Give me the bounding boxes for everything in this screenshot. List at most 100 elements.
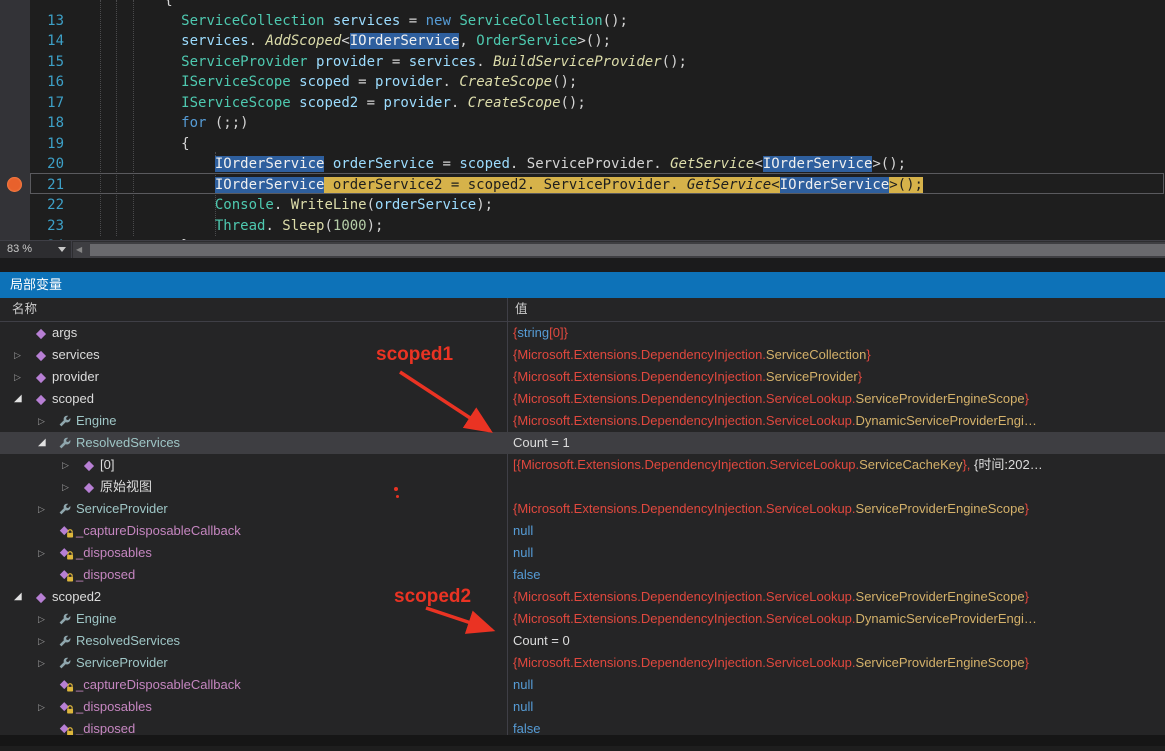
locals-title-label: 局部变量 [10,277,62,292]
variable-icon [34,348,51,363]
variable-value: {Microsoft.Extensions.DependencyInjectio… [508,608,1165,630]
locals-row-_disposables[interactable]: ▷_disposablesnull [0,542,1165,564]
scrollbar-thumb[interactable] [90,244,1165,256]
zoom-dropdown[interactable]: 83 % [0,241,72,258]
code-line-17[interactable]: 17 IServiceScope scoped2 = provider. Cre… [0,93,1165,114]
expand-toggle-icon[interactable]: ▷ [38,652,54,674]
line-number: 19 [30,134,64,155]
expand-toggle-icon[interactable]: ▷ [62,454,78,476]
variable-name: ServiceProvider [76,498,168,520]
scroll-left-icon[interactable]: ◀ [76,242,82,258]
locals-row-_captureDisposableCallback[interactable]: _captureDisposableCallbacknull [0,674,1165,696]
code-line-13[interactable]: 13 ServiceCollection services = new Serv… [0,11,1165,32]
column-header-name[interactable]: 名称 [12,298,37,321]
locals-row-services[interactable]: ▷services{Microsoft.Extensions.Dependenc… [0,344,1165,366]
variable-icon [34,590,51,605]
line-number: 23 [30,216,64,237]
line-number: 13 [30,11,64,32]
collapse-toggle-icon[interactable]: ◢ [14,586,30,608]
locals-titlebar[interactable]: 局部变量 [0,272,1165,298]
variable-value: {Microsoft.Extensions.DependencyInjectio… [508,410,1165,432]
code-line-14[interactable]: 14 services. AddScoped<IOrderService, Or… [0,31,1165,52]
variable-name: scoped [52,388,94,410]
variable-name: _disposed [76,564,135,586]
pane-divider[interactable] [0,258,1165,272]
code-line-partial[interactable]: { [0,0,1165,11]
expand-toggle-icon[interactable]: ▷ [62,476,78,498]
expand-toggle-icon[interactable]: ▷ [38,542,54,564]
locals-row-ServiceProvider[interactable]: ▷ServiceProvider{Microsoft.Extensions.De… [0,652,1165,674]
column-header-value[interactable]: 值 [515,298,528,321]
line-number: 21 [30,175,64,196]
expand-toggle-icon[interactable]: ▷ [38,608,54,630]
expand-toggle-icon[interactable]: ▷ [38,696,54,718]
private-field-lock-icon [58,678,75,693]
variable-value: null [508,520,1165,542]
expand-toggle-icon[interactable]: ▷ [38,410,54,432]
variable-name: ServiceProvider [76,652,168,674]
variable-icon [34,370,51,385]
locals-row-ResolvedServices[interactable]: ▷ResolvedServicesCount = 0 [0,630,1165,652]
window-bottom-edge [0,735,1165,746]
expand-toggle-icon[interactable]: ▷ [14,366,30,388]
private-field-lock-icon [58,568,75,583]
code-line-19[interactable]: 19 { [0,134,1165,155]
variable-name: args [52,322,77,344]
private-field-lock-icon [58,700,75,715]
variable-name: ResolvedServices [76,630,180,652]
collapse-toggle-icon[interactable]: ◢ [14,388,30,410]
code-editor[interactable]: {13 ServiceCollection services = new Ser… [0,0,1165,240]
line-number: 16 [30,72,64,93]
locals-rows: args {string[0]}▷services{Microsoft.Exten… [0,322,1165,740]
horizontal-scrollbar[interactable]: ◀ [73,242,1165,258]
locals-row-Engine[interactable]: ▷ Engine {Microsoft.Extensions.DependencyI… [0,608,1165,630]
editor-bottom-bar: 83 % ◀ [0,240,1165,258]
variable-value: null [508,696,1165,718]
locals-row-_disposables[interactable]: ▷ _disposables null [0,696,1165,718]
code-line-23[interactable]: 23 Thread. Sleep(1000); [0,216,1165,237]
locals-row-原始视图[interactable]: ▷原始视图 [0,476,1165,498]
chevron-down-icon [58,247,66,252]
code-line-21[interactable]: 21 IOrderService orderService2 = scoped2… [0,175,1165,196]
code-line-15[interactable]: 15 ServiceProvider provider = services. … [0,52,1165,73]
variable-value: {string[0]} [508,322,1165,344]
collapse-toggle-icon[interactable]: ◢ [38,432,54,454]
variable-name: _captureDisposableCallback [76,674,241,696]
variable-icon [82,480,99,495]
line-number: 20 [30,154,64,175]
breakpoint-icon[interactable] [7,177,22,192]
locals-row-Engine[interactable]: ▷Engine{Microsoft.Extensions.DependencyI… [0,410,1165,432]
locals-row-provider[interactable]: ▷provider{Microsoft.Extensions.Dependenc… [0,366,1165,388]
locals-row-_disposed[interactable]: _disposedfalse [0,564,1165,586]
locals-row-_captureDisposableCallback[interactable]: _captureDisposableCallbacknull [0,520,1165,542]
expand-toggle-icon[interactable]: ▷ [38,498,54,520]
variable-name: _disposables [76,696,152,718]
locals-row-args[interactable]: args {string[0]} [0,322,1165,344]
variable-name: Engine [76,608,116,630]
variable-value: {Microsoft.Extensions.DependencyInjectio… [508,498,1165,520]
zoom-level: 83 % [0,243,32,255]
variable-value: Count = 1 [508,432,1165,454]
code-line-20[interactable]: 20 IOrderService orderService = scoped. … [0,154,1165,175]
expand-toggle-icon[interactable]: ▷ [14,344,30,366]
locals-row-ResolvedServices[interactable]: ◢ResolvedServicesCount = 1 [0,432,1165,454]
locals-row-ServiceProvider[interactable]: ▷ ServiceProvider {Microsoft.Extensions.De… [0,498,1165,520]
variable-name: [0] [100,454,114,476]
locals-row-scoped2[interactable]: ◢scoped2{Microsoft.Extensions.Dependency… [0,586,1165,608]
code-line-18[interactable]: 18 for (;;) [0,113,1165,134]
property-wrench-icon [58,414,75,429]
private-field-lock-icon [58,546,75,561]
locals-panel: 局部变量 名称 值 args {string[0]}▷services{Micro… [0,272,1165,746]
line-number: 22 [30,195,64,216]
line-number: 18 [30,113,64,134]
code-line-16[interactable]: 16 IServiceScope scoped = provider. Crea… [0,72,1165,93]
line-number: 14 [30,31,64,52]
private-field-lock-icon [58,524,75,539]
locals-row-scoped[interactable]: ◢scoped{Microsoft.Extensions.DependencyI… [0,388,1165,410]
expand-toggle-icon[interactable]: ▷ [38,630,54,652]
property-wrench-icon [58,436,75,451]
locals-row-[0][interactable]: ▷[0][{Microsoft.Extensions.DependencyInj… [0,454,1165,476]
code-line-22[interactable]: 22 Console. WriteLine(orderService); [0,195,1165,216]
variable-value: {Microsoft.Extensions.DependencyInjectio… [508,586,1165,608]
variable-value: null [508,542,1165,564]
